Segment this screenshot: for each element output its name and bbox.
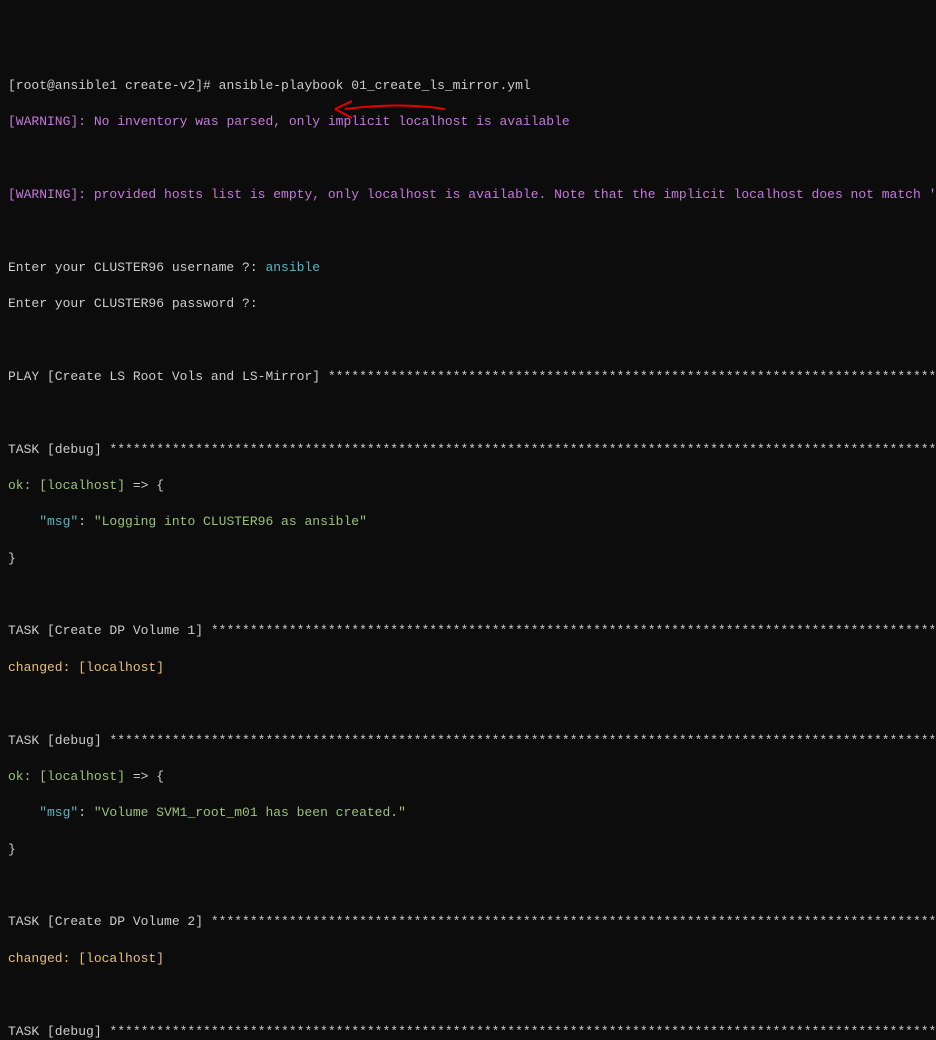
msg-key: "msg" <box>8 805 78 820</box>
task-stars: ****************************************… <box>211 914 936 929</box>
warning-line-2: [WARNING]: provided hosts list is empty,… <box>8 186 928 204</box>
task-result: ok: [localhost] => { <box>8 768 928 786</box>
blank-line <box>8 877 928 895</box>
task-stars: ****************************************… <box>211 623 936 638</box>
password-prompt-line: Enter your CLUSTER96 password ?: <box>8 295 928 313</box>
shell-prompt: [root@ansible1 create-v2]# <box>8 78 219 93</box>
task-label: TASK [Create DP Volume 1] <box>8 623 211 638</box>
result-brace: => { <box>125 769 164 784</box>
username-prompt: Enter your CLUSTER96 username ?: <box>8 260 265 275</box>
blank-line <box>8 986 928 1004</box>
task-label: TASK [debug] <box>8 733 109 748</box>
close-brace: } <box>8 841 928 859</box>
blank-line <box>8 695 928 713</box>
task-header: TASK [debug] ***************************… <box>8 1023 928 1040</box>
blank-line <box>8 404 928 422</box>
warning-label: [WARNING]: <box>8 187 94 202</box>
msg-value: "Logging into CLUSTER96 as ansible" <box>94 514 367 529</box>
password-prompt: Enter your CLUSTER96 password ?: <box>8 296 258 311</box>
task-result: changed: [localhost] <box>8 659 928 677</box>
msg-colon: : <box>78 514 94 529</box>
task-header: TASK [debug] ***************************… <box>8 732 928 750</box>
username-value: ansible <box>265 260 320 275</box>
task-stars: ****************************************… <box>109 1024 936 1039</box>
task-label: TASK [debug] <box>8 442 109 457</box>
msg-line: "msg": "Logging into CLUSTER96 as ansibl… <box>8 513 928 531</box>
play-header: PLAY [Create LS Root Vols and LS-Mirror]… <box>8 368 928 386</box>
changed-status: changed: [localhost] <box>8 951 164 966</box>
warning-line-1: [WARNING]: No inventory was parsed, only… <box>8 113 928 131</box>
warning-text: No inventory was parsed, only implicit l… <box>94 114 570 129</box>
command-line: [root@ansible1 create-v2]# ansible-playb… <box>8 77 928 95</box>
task-stars: ****************************************… <box>109 733 936 748</box>
blank-line <box>8 586 928 604</box>
task-result: changed: [localhost] <box>8 950 928 968</box>
msg-key: "msg" <box>8 514 78 529</box>
msg-colon: : <box>78 805 94 820</box>
task-header: TASK [Create DP Volume 1] **************… <box>8 622 928 640</box>
task-result: ok: [localhost] => { <box>8 477 928 495</box>
ok-status: ok: [localhost] <box>8 769 125 784</box>
blank-line <box>8 331 928 349</box>
task-label: TASK [debug] <box>8 1024 109 1039</box>
msg-line: "msg": "Volume SVM1_root_m01 has been cr… <box>8 804 928 822</box>
changed-status: changed: [localhost] <box>8 660 164 675</box>
ok-status: ok: [localhost] <box>8 478 125 493</box>
msg-value: "Volume SVM1_root_m01 has been created." <box>94 805 406 820</box>
task-header: TASK [Create DP Volume 2] **************… <box>8 913 928 931</box>
close-brace: } <box>8 550 928 568</box>
result-brace: => { <box>125 478 164 493</box>
play-stars: ****************************************… <box>328 369 936 384</box>
warning-text: provided hosts list is empty, only local… <box>94 187 936 202</box>
task-stars: ****************************************… <box>109 442 936 457</box>
blank-line <box>8 150 928 168</box>
play-label: PLAY [Create LS Root Vols and LS-Mirror] <box>8 369 328 384</box>
task-header: TASK [debug] ***************************… <box>8 441 928 459</box>
warning-label: [WARNING]: <box>8 114 94 129</box>
username-prompt-line: Enter your CLUSTER96 username ?: ansible <box>8 259 928 277</box>
command-text: ansible-playbook 01_create_ls_mirror.yml <box>219 78 531 93</box>
blank-line <box>8 222 928 240</box>
task-label: TASK [Create DP Volume 2] <box>8 914 211 929</box>
